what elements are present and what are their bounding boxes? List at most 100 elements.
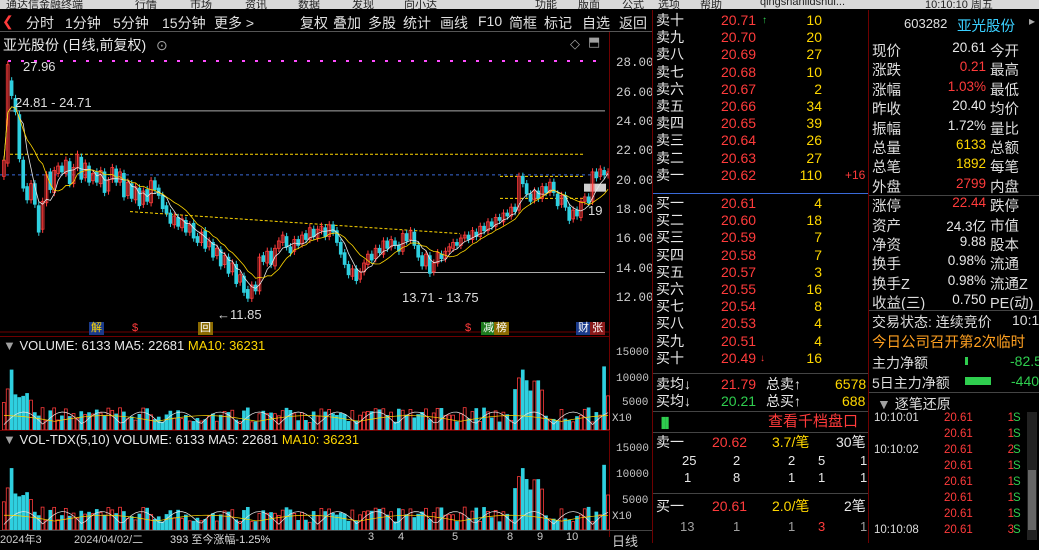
btn-draw[interactable]: 画线	[440, 13, 468, 33]
tick-price: 20.61	[944, 460, 973, 472]
magenta-dot	[567, 60, 570, 62]
volume-bar	[524, 479, 529, 530]
quote-value: 1.72%	[947, 117, 986, 133]
ask-volume: 110	[799, 166, 822, 183]
volume-bar	[160, 421, 165, 430]
btn-simple[interactable]: 简框	[509, 13, 537, 33]
menu-layout[interactable]: 版面	[578, 0, 600, 9]
marker-list[interactable]: 榜	[494, 322, 509, 335]
expand-icon[interactable]: ⬒	[588, 34, 600, 50]
volume-bar	[571, 521, 575, 530]
search-input[interactable]: qingshanlidshui...	[760, 0, 845, 8]
volume-bar	[331, 513, 335, 530]
tick-price: 20.61	[944, 524, 973, 536]
ask-price: 20.62	[721, 166, 757, 183]
magenta-dot	[229, 60, 232, 62]
volume-bar	[2, 402, 6, 430]
bid-volume: 3	[814, 263, 822, 280]
btn-f10[interactable]: F10	[478, 13, 502, 29]
menu-function[interactable]: 功能	[535, 0, 557, 9]
candle-body	[393, 240, 397, 246]
volume-bar	[443, 415, 448, 430]
main-net-label: 主力净额	[872, 355, 928, 371]
info-icon[interactable]: ▸	[1029, 14, 1035, 28]
scrollbar-thumb[interactable]	[1028, 470, 1036, 530]
down-icon: ↓	[760, 352, 765, 364]
btn-adjust[interactable]: 复权	[300, 13, 328, 33]
volume-bar	[172, 417, 177, 430]
tick-side: S	[1013, 476, 1021, 488]
marker-limit[interactable]: 张	[590, 322, 605, 335]
marker-finance[interactable]: 财	[576, 322, 591, 335]
volume-bar	[288, 410, 293, 430]
bid-price: 20.57	[721, 263, 757, 280]
menu-options[interactable]: 选项	[658, 0, 680, 9]
tab-5min[interactable]: 5分钟	[113, 13, 149, 33]
volume-bar	[455, 521, 459, 530]
candle-body	[21, 159, 26, 189]
btn-mark[interactable]: 标记	[544, 13, 572, 33]
marker-unlock[interactable]: 解	[89, 322, 104, 335]
quote-label: 涨停	[872, 199, 901, 216]
magenta-dot	[450, 60, 453, 62]
menu-discover[interactable]: 发现	[352, 0, 374, 9]
quote-label-2: 最高	[990, 63, 1019, 80]
marker-dividend[interactable]: $	[130, 322, 140, 335]
marker-buyback[interactable]: 回	[198, 322, 213, 335]
menu-help[interactable]: 帮助	[700, 0, 722, 9]
candle-body	[586, 196, 591, 204]
divider	[869, 392, 1039, 393]
volume-bar	[338, 512, 343, 530]
company-notice[interactable]: 今日公司召开第2次临时	[872, 331, 1025, 352]
candle-body	[94, 171, 99, 183]
price-tick: 24.00	[616, 114, 654, 129]
volume-bar	[389, 511, 393, 530]
candle-body	[25, 186, 29, 201]
low-label: ←11.85	[217, 307, 262, 322]
bid-volume: 16	[806, 281, 822, 297]
candle-body	[528, 193, 533, 202]
menu-market[interactable]: 市场	[190, 0, 212, 9]
tab-15min[interactable]: 15分钟	[162, 13, 206, 33]
volume-bar	[195, 418, 200, 430]
back-icon[interactable]: ❮	[2, 13, 14, 30]
menu-assistant[interactable]: 向小达	[404, 0, 437, 9]
btn-stats[interactable]: 统计	[403, 13, 431, 33]
menu-data[interactable]: 数据	[298, 0, 320, 9]
candle-body	[544, 186, 548, 193]
candle-body	[346, 264, 351, 276]
marker-dividend-2[interactable]: $	[463, 322, 473, 335]
volume-bar	[381, 507, 386, 530]
volume-bar	[389, 411, 393, 430]
support-label: 13.71 - 13.75	[402, 290, 479, 305]
tab-1min[interactable]: 1分钟	[65, 13, 101, 33]
view-depth-link[interactable]: 查看千档盘口	[768, 413, 858, 430]
volume-bar	[207, 415, 211, 430]
menu-formula[interactable]: 公式	[622, 0, 644, 9]
divider	[869, 310, 1039, 311]
volume-bar	[13, 394, 18, 430]
ask-price: 20.67	[721, 80, 757, 97]
kline-chart[interactable]	[0, 50, 610, 335]
price-tick: 22.00	[616, 144, 654, 159]
tick-price: 20.61	[944, 476, 973, 488]
volume-bar	[497, 521, 502, 530]
menu-quote[interactable]: 行情	[135, 0, 157, 9]
collapse-icon[interactable]: ▼	[877, 396, 891, 412]
volume-bar	[451, 414, 455, 430]
menu-news[interactable]: 资讯	[245, 0, 267, 9]
bid-volume: 16	[806, 349, 822, 366]
candle-body	[87, 165, 91, 183]
btn-multi[interactable]: 多股	[368, 13, 396, 33]
btn-watchlist[interactable]: 自选	[582, 13, 610, 33]
btn-return[interactable]: 返回	[619, 13, 647, 33]
tab-more[interactable]: 更多 >	[214, 13, 254, 33]
tab-timeshare[interactable]: 分时	[26, 13, 54, 33]
volume-bar	[211, 413, 215, 430]
candle-body	[555, 193, 560, 207]
collapse-icon[interactable]: ▼	[3, 432, 16, 447]
price-tick: 16.00	[616, 232, 654, 247]
volume-bar	[416, 513, 421, 530]
ask-price: 20.64	[721, 132, 757, 149]
btn-overlay[interactable]: 叠加	[333, 13, 361, 33]
